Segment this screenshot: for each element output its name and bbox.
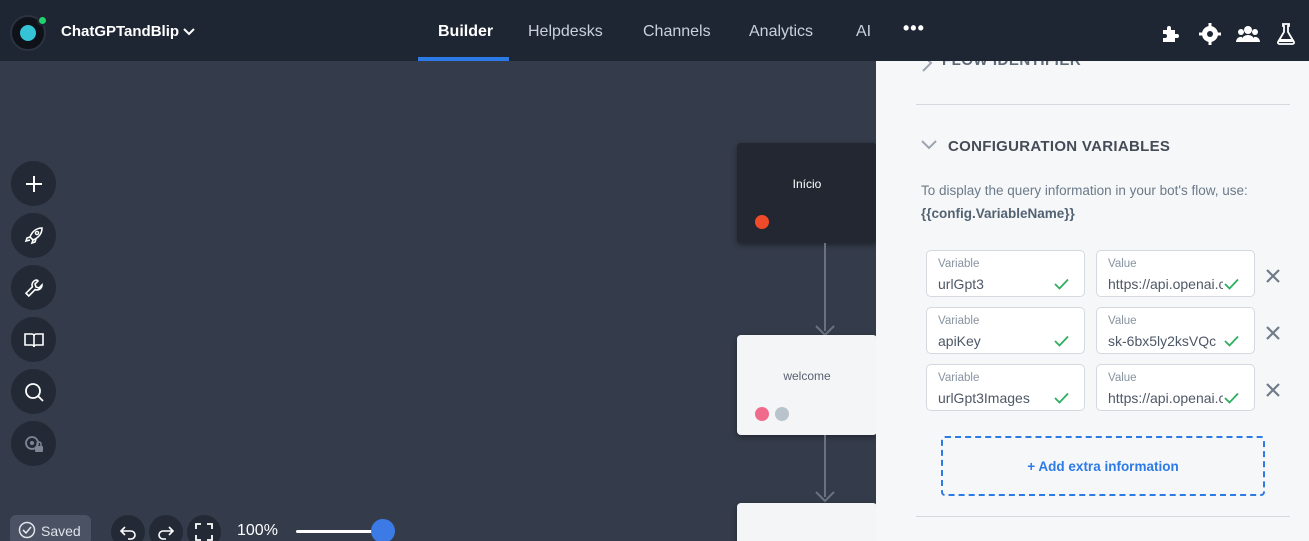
field-label: Variable xyxy=(938,258,980,270)
variable-value-field[interactable]: Value sk-6bx5ly2ksVQc xyxy=(1096,307,1255,354)
section-divider xyxy=(916,104,1290,105)
variable-name-field[interactable]: Variable apiKey xyxy=(926,307,1085,354)
field-value[interactable]: apiKey xyxy=(938,333,1053,349)
gear-lock-icon xyxy=(24,435,43,452)
publish-button[interactable] xyxy=(11,213,56,258)
undo-icon xyxy=(119,526,136,540)
rocket-icon xyxy=(24,226,43,244)
flow-connector xyxy=(824,435,826,497)
field-label: Variable xyxy=(938,315,980,327)
saved-label: Saved xyxy=(41,523,81,539)
flow-block[interactable] xyxy=(737,503,876,541)
variable-value-field[interactable]: Value https://api.openai.com/v1/images/g… xyxy=(1096,364,1255,411)
online-status-dot xyxy=(37,15,48,26)
fullscreen-icon xyxy=(195,523,213,541)
flow-connector xyxy=(824,243,826,331)
field-value[interactable]: sk-6bx5ly2ksVQc xyxy=(1108,333,1223,349)
block-title: welcome xyxy=(783,369,831,383)
help-code: {{config.VariableName}} xyxy=(921,206,1075,221)
field-value[interactable]: https://api.openai.com/v1/images/generat… xyxy=(1108,390,1223,406)
tab-analytics[interactable]: Analytics xyxy=(749,23,813,41)
block-tag-dot xyxy=(755,215,769,229)
check-circle-icon xyxy=(18,521,36,539)
plus-icon xyxy=(25,175,42,192)
field-value[interactable]: urlGpt3 xyxy=(938,276,1053,292)
bot-logo-icon xyxy=(20,25,36,41)
more-menu-button[interactable]: ••• xyxy=(903,18,925,39)
search-button[interactable] xyxy=(11,369,56,414)
field-label: Value xyxy=(1108,372,1137,384)
tab-helpdesks[interactable]: Helpdesks xyxy=(528,23,603,41)
flow-canvas[interactable]: Início welcome Saved 100% xyxy=(0,61,876,541)
chevron-down-icon[interactable] xyxy=(920,139,938,151)
field-label: Value xyxy=(1108,258,1137,270)
gear-icon[interactable] xyxy=(1198,22,1222,46)
check-icon xyxy=(1224,392,1239,404)
fit-to-screen-button[interactable] xyxy=(187,515,221,541)
variable-name-field[interactable]: Variable urlGpt3Images xyxy=(926,364,1085,411)
bot-settings-panel: FLOW IDENTIFIER CONFIGURATION VARIABLES … xyxy=(876,61,1309,541)
flow-block-start[interactable]: Início xyxy=(737,143,876,243)
tab-builder[interactable]: Builder xyxy=(438,23,493,41)
field-value[interactable]: urlGpt3Images xyxy=(938,390,1053,406)
book-icon xyxy=(23,332,44,347)
block-title: Início xyxy=(792,177,822,191)
chevron-down-icon[interactable] xyxy=(183,22,195,42)
remove-variable-icon[interactable] xyxy=(1264,267,1282,285)
advanced-settings-button[interactable] xyxy=(11,421,56,466)
check-icon xyxy=(1224,335,1239,347)
bot-name[interactable]: ChatGPTandBlip xyxy=(61,23,179,40)
check-icon xyxy=(1224,278,1239,290)
add-extra-label: + Add extra information xyxy=(1027,459,1179,474)
users-icon[interactable] xyxy=(1236,22,1260,46)
block-tag-dot xyxy=(755,407,769,421)
block-tag-dot xyxy=(775,407,789,421)
tab-ai[interactable]: AI xyxy=(856,23,871,41)
wrench-icon xyxy=(24,278,43,297)
saved-status: Saved xyxy=(10,515,91,541)
help-text: To display the query information in your… xyxy=(921,183,1248,198)
zoom-slider-thumb[interactable] xyxy=(371,519,395,541)
add-extra-information-button[interactable]: + Add extra information xyxy=(941,436,1265,496)
zoom-slider-track[interactable] xyxy=(296,530,382,533)
puzzle-icon[interactable] xyxy=(1159,22,1183,46)
remove-variable-icon[interactable] xyxy=(1264,324,1282,342)
add-block-button[interactable] xyxy=(11,161,56,206)
docs-button[interactable] xyxy=(11,317,56,362)
undo-button[interactable] xyxy=(111,515,145,541)
redo-button[interactable] xyxy=(149,515,183,541)
variable-name-field[interactable]: Variable urlGpt3 xyxy=(926,250,1085,297)
field-value[interactable]: https://api.openai.com/v1/completions xyxy=(1108,276,1223,292)
chevron-right-icon[interactable] xyxy=(920,61,934,73)
check-icon xyxy=(1054,335,1069,347)
field-label: Variable xyxy=(938,372,980,384)
redo-icon xyxy=(158,526,175,540)
search-icon xyxy=(24,382,44,402)
settings-tool-button[interactable] xyxy=(11,265,56,310)
zoom-level: 100% xyxy=(237,522,278,539)
variable-value-field[interactable]: Value https://api.openai.com/v1/completi… xyxy=(1096,250,1255,297)
tab-channels[interactable]: Channels xyxy=(643,23,711,41)
section-divider xyxy=(916,516,1290,517)
check-icon xyxy=(1054,278,1069,290)
top-navigation-bar: ChatGPTandBlip Builder Helpdesks Channel… xyxy=(0,0,1309,61)
arrow-down-icon xyxy=(815,491,835,503)
flow-identifier-section-title[interactable]: FLOW IDENTIFIER xyxy=(942,61,1081,69)
remove-variable-icon[interactable] xyxy=(1264,381,1282,399)
flask-icon[interactable] xyxy=(1274,22,1298,46)
flow-block-welcome[interactable]: welcome xyxy=(737,335,876,435)
check-icon xyxy=(1054,392,1069,404)
configuration-variables-title[interactable]: CONFIGURATION VARIABLES xyxy=(948,138,1170,155)
field-label: Value xyxy=(1108,315,1137,327)
